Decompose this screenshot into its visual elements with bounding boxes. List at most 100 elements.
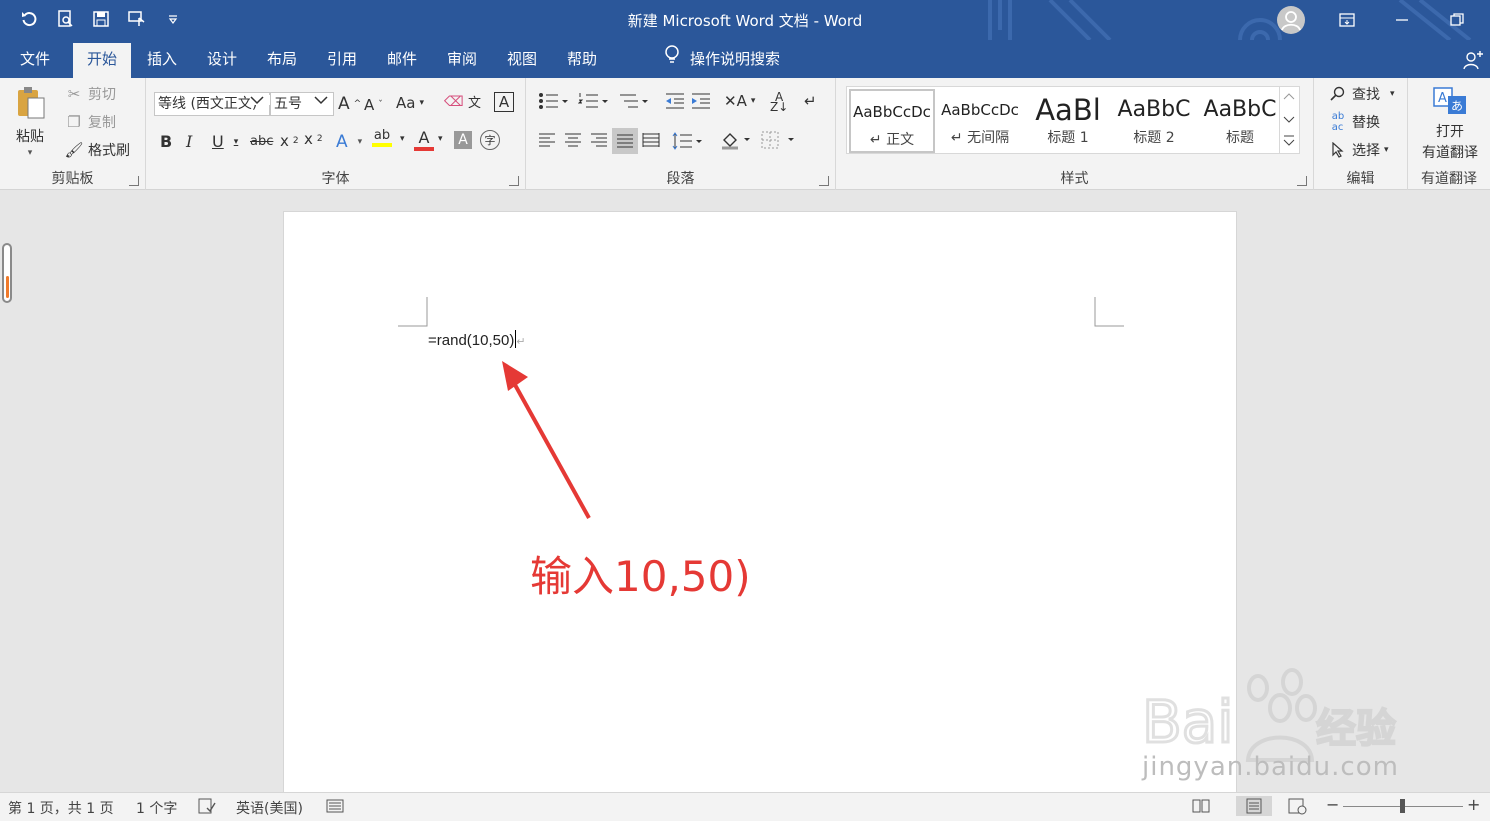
styles-dialog-launcher[interactable] xyxy=(1297,176,1307,186)
character-border-icon[interactable]: A xyxy=(494,92,514,112)
zoom-out-button[interactable]: − xyxy=(1326,795,1339,814)
style-preview: AaBbCcDc xyxy=(853,103,931,121)
font-size-chevron-icon[interactable] xyxy=(314,95,332,105)
open-youdao-button[interactable]: Aあ 打开 有道翻译 xyxy=(1414,86,1486,162)
cut-button[interactable]: ✂ 剪切 xyxy=(64,84,116,104)
highlight-dropdown-icon[interactable]: ▾ xyxy=(400,134,405,144)
copy-button[interactable]: ❐ 复制 xyxy=(64,112,116,132)
bold-icon[interactable]: B xyxy=(160,132,172,151)
align-right-icon[interactable] xyxy=(590,132,608,148)
macro-recording-icon[interactable] xyxy=(326,798,344,818)
multilevel-list-icon[interactable] xyxy=(618,92,648,110)
sort-icon[interactable]: A Z↓ xyxy=(770,91,788,113)
superscript-icon[interactable]: x2 xyxy=(304,130,323,148)
justify-icon[interactable] xyxy=(612,128,638,154)
text-effects-icon[interactable]: A ▾ xyxy=(336,132,362,152)
account-avatar[interactable] xyxy=(1277,6,1305,34)
font-dialog-launcher[interactable] xyxy=(509,176,519,186)
page-count[interactable]: 第 1 页，共 1 页 xyxy=(8,798,114,818)
zoom-in-button[interactable]: + xyxy=(1467,795,1480,814)
replace-button[interactable]: ab ac 替换 xyxy=(1328,111,1380,133)
tab-insert[interactable]: 插入 xyxy=(133,40,191,78)
minimize-icon[interactable] xyxy=(1388,6,1416,34)
shrink-font-icon[interactable]: Aˇ xyxy=(364,96,383,114)
zoom-slider-thumb[interactable] xyxy=(1400,799,1405,813)
paste-button[interactable]: 粘贴 ▾ xyxy=(14,84,46,158)
tab-mailings[interactable]: 邮件 xyxy=(373,40,431,78)
proofing-icon[interactable] xyxy=(198,798,216,818)
style-preview: AaBl xyxy=(1035,95,1101,125)
font-color-dropdown-icon[interactable]: ▾ xyxy=(438,134,443,144)
annotation-arrow xyxy=(502,361,591,519)
tab-design[interactable]: 设计 xyxy=(193,40,251,78)
document-body-text[interactable]: =rand(10,50) ↵ xyxy=(428,330,526,349)
format-painter-icon: 🖌 xyxy=(64,141,84,159)
enclose-characters-icon[interactable]: 字 xyxy=(480,130,500,150)
align-left-icon[interactable] xyxy=(538,132,556,148)
find-button[interactable]: 查找 ▾ xyxy=(1328,84,1395,104)
decrease-indent-icon[interactable] xyxy=(664,92,686,110)
word-count[interactable]: 1 个字 xyxy=(136,798,177,818)
bullets-icon[interactable] xyxy=(538,92,568,110)
borders-icon[interactable] xyxy=(760,130,794,150)
tab-help[interactable]: 帮助 xyxy=(553,40,611,78)
character-shading-icon[interactable]: A xyxy=(454,131,472,149)
clipboard-dialog-launcher[interactable] xyxy=(129,176,139,186)
style-title[interactable]: AaBbC 标题 xyxy=(1197,89,1283,153)
style-normal[interactable]: AaBbCcDc ↵ 正文 xyxy=(849,89,935,153)
styles-scroll-down-icon[interactable] xyxy=(1282,111,1296,127)
read-mode-icon[interactable] xyxy=(1190,796,1212,816)
chinese-layout-icon[interactable]: ✕A ▾ xyxy=(724,92,755,110)
distributed-icon[interactable] xyxy=(642,132,660,148)
change-case-icon[interactable]: Aa ▾ xyxy=(396,94,424,112)
format-painter-button[interactable]: 🖌 格式刷 xyxy=(64,140,130,160)
styles-more-icon[interactable] xyxy=(1282,133,1296,149)
paragraph-dialog-launcher[interactable] xyxy=(819,176,829,186)
subscript-icon[interactable]: x2 xyxy=(280,132,299,150)
ribbon-display-options-icon[interactable] xyxy=(1333,6,1361,34)
print-layout-icon[interactable] xyxy=(1236,796,1272,816)
underline-icon[interactable]: U ▾ xyxy=(212,132,238,151)
share-icon[interactable] xyxy=(1462,50,1484,72)
grow-font-icon[interactable]: A ^ xyxy=(338,94,361,114)
tab-review[interactable]: 审阅 xyxy=(433,40,491,78)
style-name: ↵ 正文 xyxy=(869,132,915,148)
vertical-scroll-indicator[interactable] xyxy=(2,243,12,303)
style-name: 标题 2 xyxy=(1133,130,1175,146)
clear-formatting-icon[interactable]: ⌫ xyxy=(444,94,464,110)
phonetic-guide-icon[interactable]: 文 xyxy=(468,92,481,111)
align-center-icon[interactable] xyxy=(564,132,582,148)
language-indicator[interactable]: 英语(美国) xyxy=(236,798,303,818)
show-paragraph-marks-icon[interactable]: ↵ xyxy=(804,92,817,110)
line-spacing-icon[interactable] xyxy=(672,132,702,150)
numbering-icon[interactable] xyxy=(578,92,608,110)
increase-indent-icon[interactable] xyxy=(690,92,712,110)
style-heading-1[interactable]: AaBl 标题 1 xyxy=(1025,89,1111,153)
font-name-chevron-icon[interactable] xyxy=(250,95,270,105)
tab-layout[interactable]: 布局 xyxy=(253,40,311,78)
font-color-button[interactable]: A xyxy=(414,128,434,151)
tab-home[interactable]: 开始 xyxy=(73,43,132,78)
tab-file[interactable]: 文件 xyxy=(6,40,64,78)
select-button[interactable]: 选择 ▾ xyxy=(1328,140,1389,160)
tell-me-search[interactable]: 操作说明搜索 xyxy=(664,40,780,78)
styles-scroll-up-icon[interactable] xyxy=(1282,89,1296,105)
style-heading-2[interactable]: AaBbC 标题 2 xyxy=(1111,89,1197,153)
tab-view[interactable]: 视图 xyxy=(493,40,551,78)
document-page[interactable]: =rand(10,50) ↵ xyxy=(283,211,1237,801)
italic-icon[interactable]: I xyxy=(186,132,192,151)
strikethrough-icon[interactable]: abc xyxy=(250,134,273,149)
paragraph-group: ✕A ▾ A Z↓ ↵ 段落 xyxy=(526,78,836,190)
replace-icon: ab ac xyxy=(1331,111,1345,133)
tab-references[interactable]: 引用 xyxy=(313,40,371,78)
svg-text:あ: あ xyxy=(1451,99,1463,113)
svg-text:经验: 经验 xyxy=(1316,706,1396,752)
paste-icon xyxy=(14,84,46,124)
watermark-url: jingyan.baidu.com xyxy=(1142,752,1399,782)
web-layout-icon[interactable] xyxy=(1286,796,1308,816)
shading-icon[interactable] xyxy=(720,130,750,150)
style-no-spacing[interactable]: AaBbCcDc ↵ 无间隔 xyxy=(937,89,1023,153)
highlight-color-button[interactable]: ab xyxy=(372,128,392,147)
find-label: 查找 xyxy=(1352,87,1380,103)
restore-icon[interactable] xyxy=(1443,6,1471,34)
